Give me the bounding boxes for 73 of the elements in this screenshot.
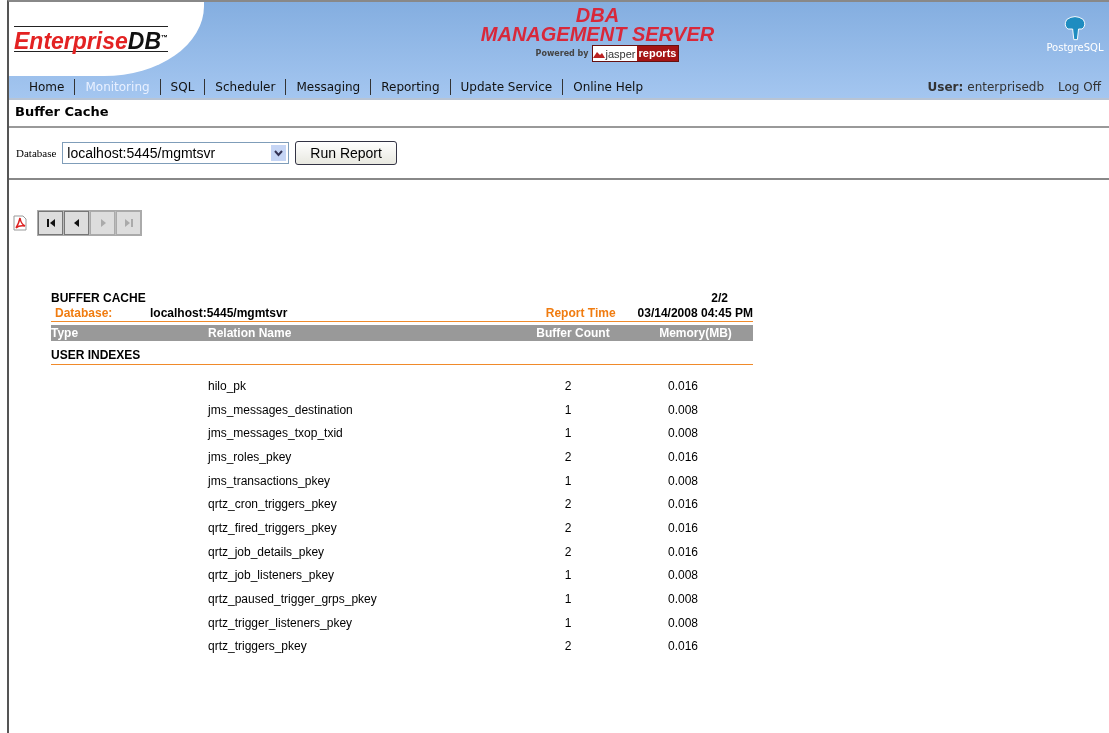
- table-cell-text: qrtz_triggers_pkey: [208, 639, 308, 654]
- nav-tab[interactable]: Scheduler: [205, 80, 286, 94]
- table-cell-text: jms_messages_destination: [208, 402, 354, 417]
- table-cell-text: 1: [563, 473, 573, 488]
- table-cell-text: qrtz_cron_triggers_pkey: [208, 497, 338, 512]
- table-cell-text: 2: [563, 378, 573, 393]
- database-label: Database:: [54, 306, 114, 320]
- pager-button[interactable]: [38, 211, 63, 235]
- table-cell-text: 0.008: [667, 615, 699, 630]
- powered-by-text: Powered by: [535, 49, 589, 58]
- run-report-button[interactable]: Run Report: [295, 141, 397, 165]
- group-heading: USER INDEXES: [51, 341, 753, 365]
- column-header: Memory(MB): [658, 326, 733, 340]
- product-title: DBA: [575, 6, 620, 25]
- report-title: BUFFER CACHE: [51, 291, 146, 305]
- table-cell-text: 0.008: [667, 592, 699, 607]
- nav-tab[interactable]: Reporting: [371, 80, 450, 94]
- table-cell-text: qrtz_fired_triggers_pkey: [208, 520, 338, 535]
- table-cell-text: 1: [563, 615, 573, 630]
- user-label: User:: [927, 80, 964, 94]
- table-cell-text: hilo_pk: [208, 378, 248, 393]
- pager-button[interactable]: [64, 211, 89, 235]
- page-title: Buffer Cache: [9, 100, 1109, 128]
- table-cell-text: 0.016: [667, 497, 699, 512]
- database-value: localhost:5445/mgmtsvr: [150, 306, 288, 320]
- table-cell-text: qrtz_paused_trigger_grps_pkey: [208, 592, 378, 607]
- log-off-link[interactable]: Log Off: [1058, 80, 1101, 94]
- table-cell-text: 1: [563, 402, 573, 417]
- table-cell-text: 0.008: [667, 568, 699, 583]
- nav-tab[interactable]: Update Service: [450, 80, 563, 94]
- table-cell-text: 2: [563, 544, 573, 559]
- product-subtitle: MANAGEMENT SERVER: [480, 25, 715, 44]
- table-cell-text: 2: [563, 497, 573, 512]
- table-cell-text: 2: [563, 639, 573, 654]
- table-cell-text: qrtz_trigger_listeners_pkey: [208, 615, 354, 630]
- table-cell-text: 0.008: [667, 426, 699, 441]
- table-cell-text: 1: [563, 592, 573, 607]
- table-cell-text: 1: [563, 568, 573, 583]
- pdf-icon[interactable]: [13, 215, 27, 231]
- table-cell-text: jms_roles_pkey: [208, 449, 293, 464]
- elephant-icon: [1063, 16, 1087, 42]
- table-cell-text: 0.016: [667, 639, 699, 654]
- skip-last-icon: [123, 218, 134, 228]
- table-cell-text: qrtz_job_details_pkey: [208, 544, 326, 559]
- nav-tab[interactable]: Home: [19, 80, 75, 94]
- report-time-value: 03/14/2008 04:45 PM: [637, 306, 753, 320]
- table-cell-text: qrtz_job_listeners_pkey: [208, 568, 336, 583]
- table-cell-text: 2: [563, 449, 573, 464]
- table-cell-text: 0.016: [667, 544, 699, 559]
- jasperreports-logo: jasper reports: [591, 45, 680, 62]
- column-header: Type: [51, 326, 80, 340]
- table-cell-text: 0.008: [667, 473, 699, 488]
- table-cell-text: jms_transactions_pkey: [208, 473, 332, 488]
- user-name: enterprisedb: [967, 80, 1045, 94]
- postgresql-label: PostgreSQL: [1046, 42, 1104, 53]
- skip-first-icon: [45, 218, 56, 228]
- page-number: 2/2: [711, 291, 728, 305]
- table-cell-text: jms_messages_txop_txid: [208, 426, 344, 441]
- nav-tab[interactable]: SQL: [160, 80, 205, 94]
- nav-tab[interactable]: Messaging: [286, 80, 371, 94]
- nav-tab[interactable]: Online Help: [563, 80, 654, 94]
- column-header: Relation Name: [208, 326, 293, 340]
- database-dropdown[interactable]: localhost:5445/mgmtsvr: [62, 142, 290, 164]
- table-cell-text: 2: [563, 520, 573, 535]
- table-cell-text: 0.016: [667, 378, 699, 393]
- table-cell-text: 1: [563, 426, 573, 441]
- column-header: Buffer Count: [535, 326, 611, 340]
- database-label: Database: [16, 147, 57, 159]
- table-cell-text: 0.008: [667, 402, 699, 417]
- enterprisedb-logo: EnterpriseDB$^{™}$: [14, 25, 168, 53]
- report-time-label: Report Time: [545, 306, 616, 320]
- table-cell-text: 0.016: [667, 449, 699, 464]
- table-cell-text: 0.016: [667, 520, 699, 535]
